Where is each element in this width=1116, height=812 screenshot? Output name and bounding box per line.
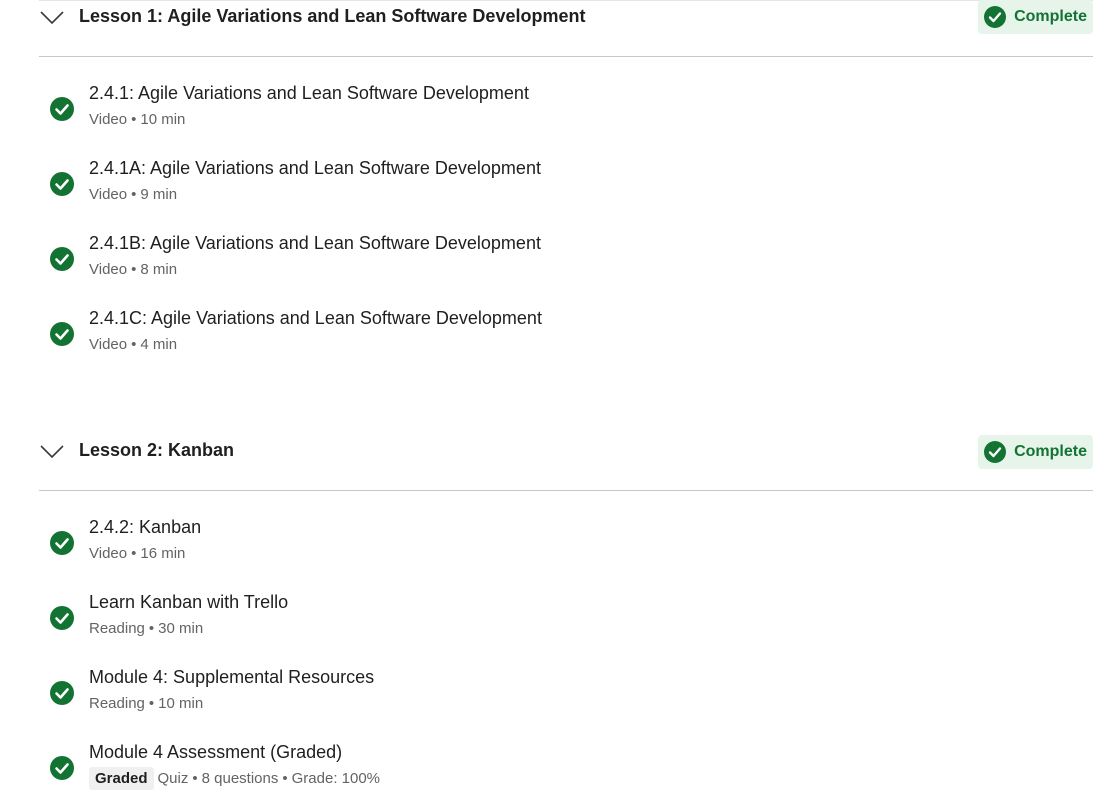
item-type: Video	[89, 545, 128, 562]
check-circle-icon	[984, 6, 1007, 28]
item-meta: Video • 9 min	[89, 186, 177, 203]
meta-separator: •	[282, 770, 288, 787]
complete-badge: Complete	[978, 435, 1093, 469]
lesson-title: Lesson 1: Agile Variations and Lean Soft…	[79, 6, 586, 26]
item-type: Video	[89, 261, 128, 278]
lesson-section-1: Lesson 1: Agile Variations and Lean Soft…	[39, 0, 1093, 353]
item-title[interactable]: 2.4.1A: Agile Variations and Lean Softwa…	[89, 158, 541, 179]
meta-separator: •	[148, 620, 155, 637]
meta-separator: •	[148, 695, 155, 712]
meta-separator: •	[192, 770, 198, 787]
lesson-header-1[interactable]: Lesson 1: Agile Variations and Lean Soft…	[39, 0, 1093, 57]
lesson-section-2: Lesson 2: Kanban Complete 2.4.2: Kanban …	[39, 434, 1093, 790]
item-title[interactable]: 2.4.1B: Agile Variations and Lean Softwa…	[89, 233, 541, 254]
item-questions: 8 questions	[201, 770, 279, 787]
check-circle-icon	[50, 172, 74, 196]
check-circle-icon	[50, 531, 74, 555]
item-type: Video	[89, 111, 128, 128]
item-meta: Video • 16 min	[89, 545, 185, 562]
item-type: Video	[89, 336, 128, 353]
item-title[interactable]: 2.4.2: Kanban	[89, 517, 201, 538]
graded-badge: Graded	[89, 767, 154, 790]
lesson-title: Lesson 2: Kanban	[79, 440, 235, 460]
item-duration: 9 min	[140, 186, 178, 203]
item-type: Quiz	[157, 770, 189, 787]
item-grade: Grade: 100%	[291, 770, 381, 787]
lesson-header-2[interactable]: Lesson 2: Kanban Complete	[39, 434, 1093, 491]
meta-separator: •	[131, 186, 137, 203]
item-title[interactable]: Learn Kanban with Trello	[89, 592, 288, 613]
check-circle-icon	[50, 756, 74, 780]
complete-badge-label: Complete	[1014, 443, 1087, 460]
item-title[interactable]: Module 4 Assessment (Graded)	[89, 742, 342, 763]
item-meta: Reading • 30 min	[89, 620, 203, 637]
item-duration: 10 min	[140, 111, 186, 128]
chevron-down-icon[interactable]	[39, 442, 65, 460]
list-item[interactable]: Module 4: Supplemental Resources Reading…	[39, 667, 1093, 727]
item-type: Video	[89, 186, 128, 203]
item-duration: 10 min	[158, 695, 204, 712]
item-meta: Video • 8 min	[89, 261, 177, 278]
item-meta: Video • 4 min	[89, 336, 177, 353]
check-circle-icon	[50, 97, 74, 121]
item-meta: Video • 10 min	[89, 111, 185, 128]
list-item[interactable]: Learn Kanban with Trello Reading • 30 min	[39, 592, 1093, 652]
item-meta: Reading • 10 min	[89, 695, 203, 712]
item-duration: 8 min	[140, 261, 178, 278]
list-item[interactable]: 2.4.1A: Agile Variations and Lean Softwa…	[39, 158, 1093, 218]
check-circle-icon	[50, 247, 74, 271]
item-meta: Graded Quiz • 8 questions • Grade: 100%	[89, 767, 380, 790]
meta-separator: •	[131, 261, 137, 278]
meta-separator: •	[131, 545, 137, 562]
complete-badge-label: Complete	[1014, 8, 1087, 25]
list-item[interactable]: 2.4.2: Kanban Video • 16 min	[39, 517, 1093, 577]
item-duration: 4 min	[140, 336, 178, 353]
item-type: Reading	[89, 620, 145, 637]
item-title[interactable]: 2.4.1: Agile Variations and Lean Softwar…	[89, 83, 529, 104]
list-item[interactable]: 2.4.1C: Agile Variations and Lean Softwa…	[39, 308, 1093, 368]
item-title[interactable]: Module 4: Supplemental Resources	[89, 667, 374, 688]
check-circle-icon	[50, 606, 74, 630]
list-item[interactable]: Module 4 Assessment (Graded) Graded Quiz •…	[39, 742, 1093, 802]
meta-separator: •	[131, 336, 137, 353]
check-circle-icon	[50, 322, 74, 346]
check-circle-icon	[50, 681, 74, 705]
complete-badge: Complete	[978, 0, 1093, 34]
item-duration: 30 min	[158, 620, 204, 637]
item-type: Reading	[89, 695, 145, 712]
list-item[interactable]: 2.4.1B: Agile Variations and Lean Softwa…	[39, 233, 1093, 293]
item-duration: 16 min	[140, 545, 186, 562]
chevron-down-icon[interactable]	[39, 8, 65, 26]
item-title[interactable]: 2.4.1C: Agile Variations and Lean Softwa…	[89, 308, 542, 329]
course-module-page: Lesson 1: Agile Variations and Lean Soft…	[0, 0, 1116, 812]
check-circle-icon	[984, 441, 1007, 463]
list-item[interactable]: 2.4.1: Agile Variations and Lean Softwar…	[39, 83, 1093, 143]
meta-separator: •	[131, 111, 137, 128]
